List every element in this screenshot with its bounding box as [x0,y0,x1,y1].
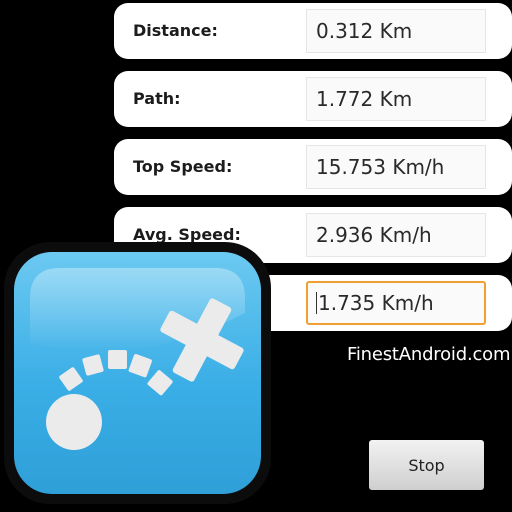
distance-field[interactable]: 0.312 Km [306,9,486,53]
stat-row-distance: Distance: 0.312 Km [114,3,512,59]
stop-button[interactable]: Stop [369,440,484,490]
watermark-text: FinestAndroid.com [347,344,511,365]
current-speed-field[interactable]: 1.735 Km/h [306,281,486,325]
path-label: Path: [133,89,181,108]
stat-row-path: Path: 1.772 Km [114,71,512,127]
top-speed-field[interactable]: 15.753 Km/h [306,145,486,189]
text-caret [316,292,317,314]
stat-row-top-speed: Top Speed: 15.753 Km/h [114,139,512,195]
route-tracker-icon [4,242,271,504]
current-speed-value: 1.735 Km/h [318,291,434,315]
path-field[interactable]: 1.772 Km [306,77,486,121]
avg-speed-field[interactable]: 2.936 Km/h [306,213,486,257]
distance-label: Distance: [133,21,218,40]
top-speed-label: Top Speed: [133,157,233,176]
tracker-screen: Distance: 0.312 Km Path: 1.772 Km Top Sp… [0,0,512,512]
